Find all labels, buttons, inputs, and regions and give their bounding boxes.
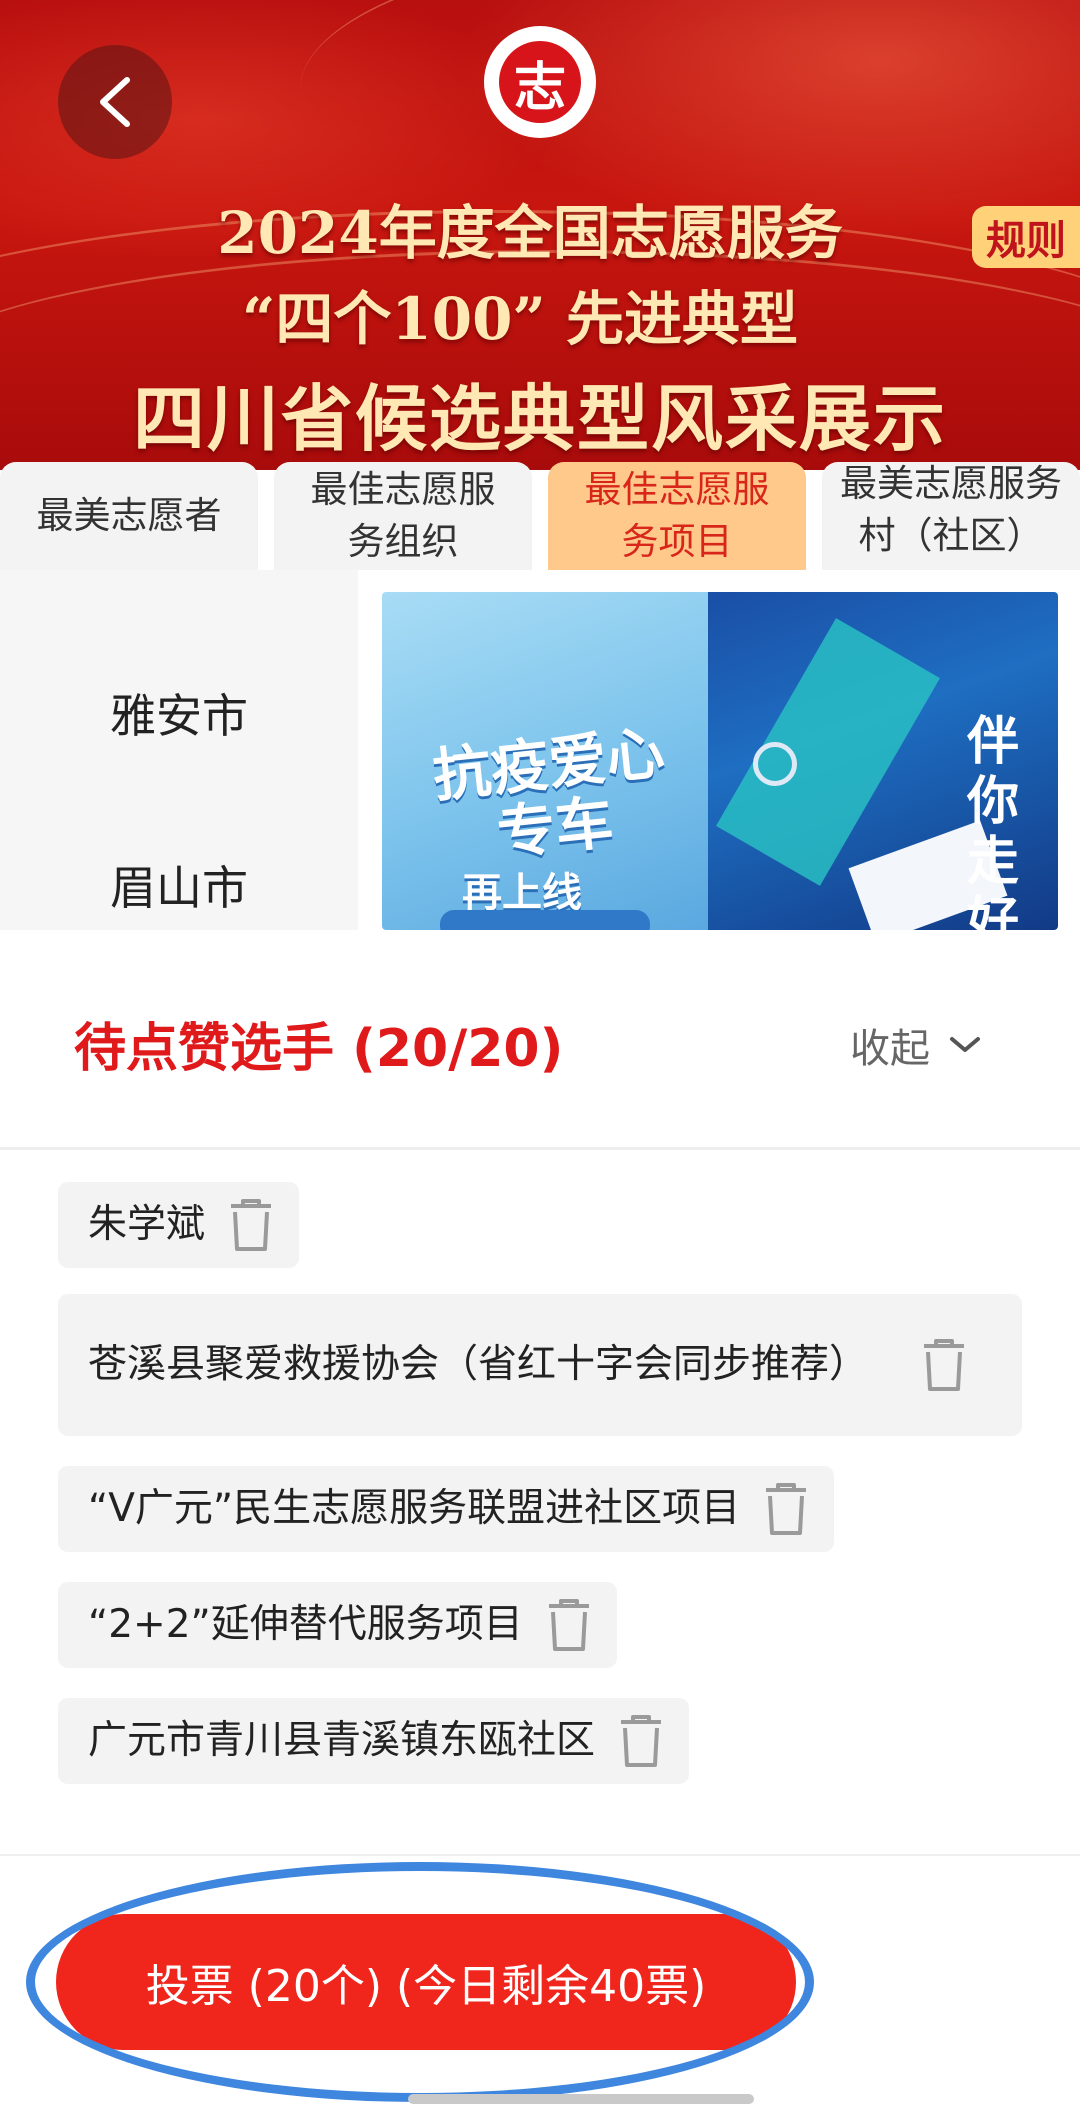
category-tabs: 最美志愿者 最佳志愿服务组织 最佳志愿服务项目 最美志愿服务村（社区） — [0, 462, 1080, 570]
trash-icon[interactable] — [225, 1196, 277, 1254]
home-indicator — [408, 2094, 754, 2104]
vote-button[interactable]: 投票 (20个) (今日剩余40票) — [56, 1914, 796, 2050]
project-preview-image[interactable]: 抗疫爱心专车 再上线 伴你走好 — [382, 592, 1058, 930]
selected-candidates-list: 朱学斌 苍溪县聚爱救援协会（省红十字会同步推荐） “V广元”民生志愿服务联盟进社… — [0, 1150, 1080, 1784]
tab-most-beautiful-village[interactable]: 最美志愿服务村（社区） — [822, 462, 1080, 570]
chevron-down-icon — [950, 1037, 980, 1052]
tab-best-service-organization[interactable]: 最佳志愿服务组织 — [274, 462, 532, 570]
banner-title-line-1: 2024年度全国志愿服务 — [217, 199, 843, 267]
banner-title-line-3: 四川省候选典型风采展示 — [132, 376, 947, 461]
header-banner: 志 2024年度全国志愿服务 “四个100” 先进典型 四川省候选典型风采展示 … — [0, 0, 1080, 470]
sheet-header: 待点赞选手 (20/20) 收起 — [0, 930, 1080, 1150]
preview-poster-right: 伴你走好 — [708, 592, 1058, 930]
back-button[interactable] — [58, 45, 172, 159]
trash-icon[interactable] — [760, 1480, 812, 1538]
banner-title-line-2: “四个100” 先进典型 — [242, 285, 798, 353]
sidebar-item-yaan[interactable]: 雅安市 — [0, 680, 358, 746]
trash-icon[interactable] — [615, 1712, 667, 1770]
sheet-title: 待点赞选手 (20/20) — [74, 1019, 564, 1079]
list-item: “2+2”延伸替代服务项目 — [58, 1582, 617, 1668]
list-item: 广元市青川县青溪镇东瓯社区 — [58, 1698, 690, 1784]
collapse-button[interactable]: 收起 — [850, 1016, 982, 1074]
clock-icon — [753, 742, 797, 786]
trash-icon[interactable] — [543, 1596, 595, 1654]
chevron-left-icon — [100, 77, 130, 127]
volunteer-service-logo: 志 — [484, 26, 596, 138]
list-item: 苍溪县聚爱救援协会（省红十字会同步推荐） — [58, 1294, 1022, 1436]
tab-most-beautiful-volunteer[interactable]: 最美志愿者 — [0, 462, 258, 570]
trash-icon[interactable] — [918, 1336, 970, 1394]
content-area: 雅安市 眉山市 抗疫爱心专车 再上线 伴你走好 — [0, 570, 1080, 930]
list-item: 朱学斌 — [58, 1182, 300, 1268]
rules-button[interactable]: 规则 — [972, 206, 1080, 268]
list-item: “V广元”民生志愿服务联盟进社区项目 — [58, 1466, 835, 1552]
tab-best-service-project[interactable]: 最佳志愿服务项目 — [548, 462, 806, 570]
sidebar-item-meishan[interactable]: 眉山市 — [0, 852, 358, 918]
region-sidebar: 雅安市 眉山市 — [0, 570, 358, 930]
preview-poster-left: 抗疫爱心专车 再上线 — [382, 592, 708, 930]
